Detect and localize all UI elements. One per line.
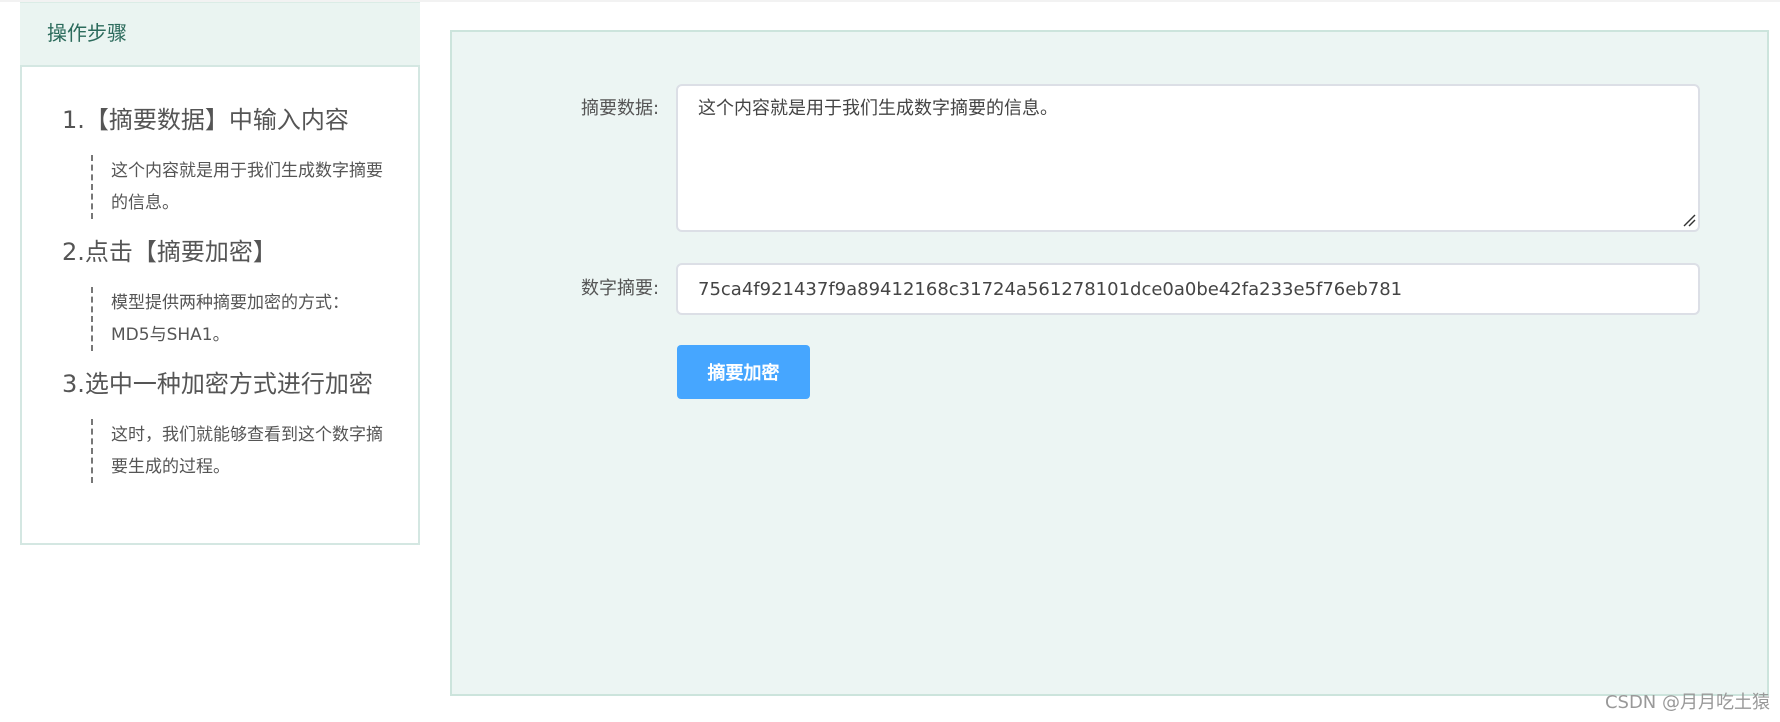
steps-panel: 操作步骤 1.【摘要数据】中输入内容 这个内容就是用于我们生成数字摘要的信息。 …	[20, 2, 420, 545]
steps-body: 1.【摘要数据】中输入内容 这个内容就是用于我们生成数字摘要的信息。 2.点击【…	[20, 65, 420, 545]
step-3-title: 3.选中一种加密方式进行加密	[62, 370, 373, 398]
digest-result-label: 数字摘要:	[581, 278, 660, 299]
step-1-desc: 这个内容就是用于我们生成数字摘要的信息。	[91, 155, 383, 219]
digest-result-input[interactable]	[676, 263, 1700, 315]
step-2-title: 2.点击【摘要加密】	[62, 238, 277, 266]
steps-header: 操作步骤	[20, 2, 420, 65]
steps-header-title: 操作步骤	[47, 21, 127, 45]
step-2-desc: 模型提供两种摘要加密的方式：MD5与SHA1。	[91, 287, 383, 351]
digest-data-label: 摘要数据:	[581, 98, 660, 119]
step-3-desc: 这时，我们就能够查看到这个数字摘要生成的过程。	[91, 419, 383, 483]
encrypt-digest-button[interactable]: 摘要加密	[677, 345, 810, 399]
step-1-title: 1.【摘要数据】中输入内容	[62, 106, 349, 134]
resize-handle-icon[interactable]	[1682, 213, 1696, 227]
watermark: CSDN @月月吃土猿	[1604, 692, 1770, 713]
digest-data-textarea[interactable]	[676, 84, 1700, 232]
